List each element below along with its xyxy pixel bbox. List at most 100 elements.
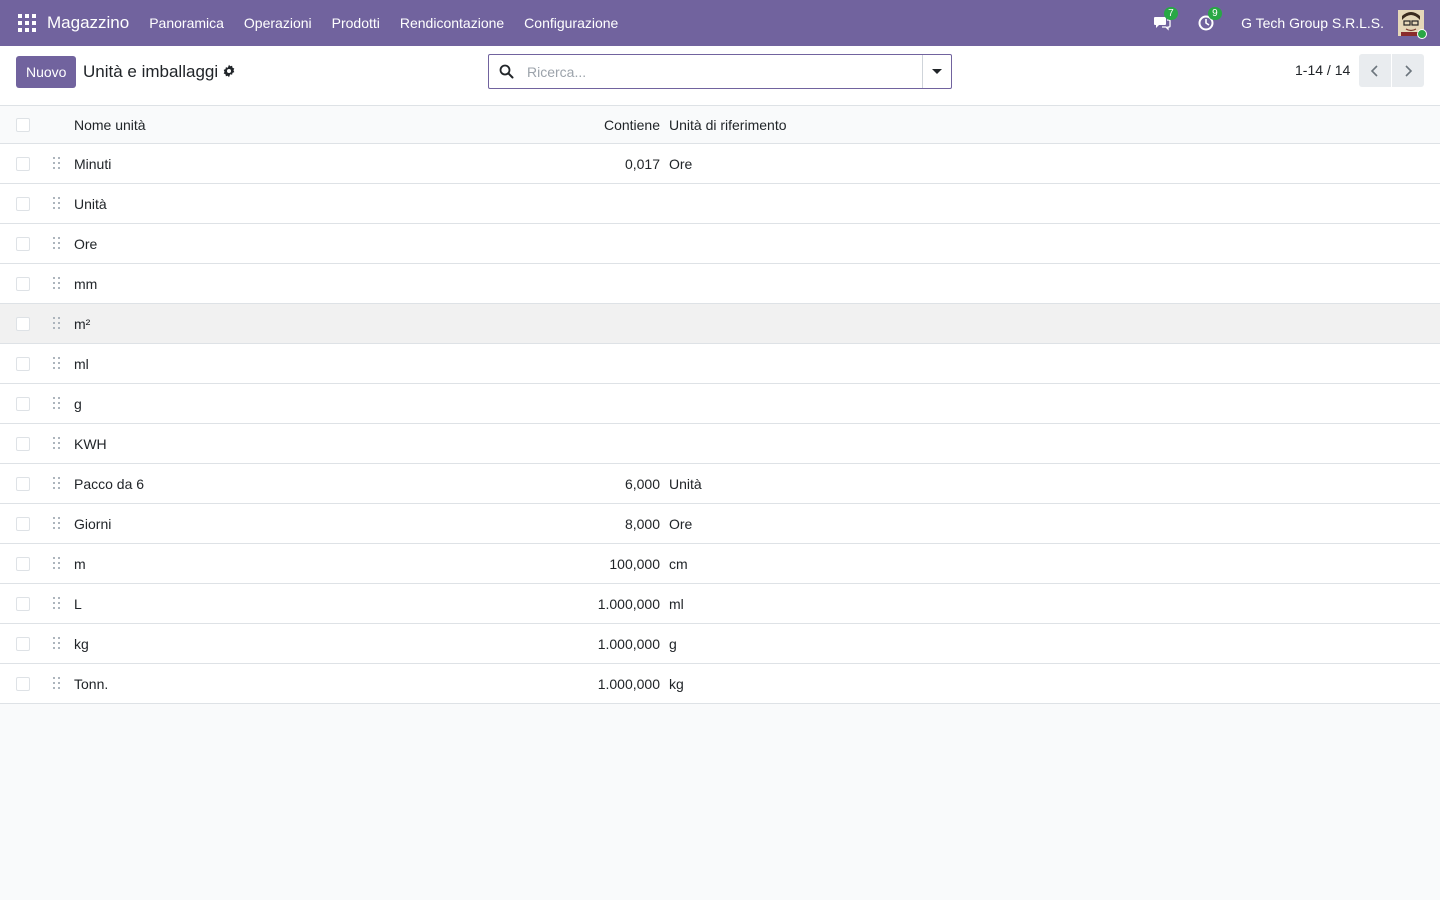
row-checkbox[interactable]	[16, 156, 30, 171]
navbar-systray: 7 9 G Tech Group S.R.L.S.	[1153, 0, 1440, 46]
drag-handle-icon[interactable]	[53, 236, 61, 251]
new-button[interactable]: Nuovo	[16, 56, 77, 88]
page-title: Unità e imballaggi	[83, 62, 219, 81]
cell-reference: cm	[669, 555, 688, 572]
search-input[interactable]	[527, 63, 917, 80]
drag-handle-icon[interactable]	[53, 196, 61, 211]
cell-reference: Ore	[669, 155, 693, 172]
row-checkbox[interactable]	[16, 636, 30, 651]
table-row[interactable]: Ore	[0, 224, 1440, 264]
row-checkbox[interactable]	[16, 436, 30, 451]
pager-value[interactable]: 1-14 / 14	[1295, 62, 1350, 78]
search-icon	[499, 64, 514, 79]
menu-item-prodotti[interactable]: Prodotti	[322, 0, 390, 46]
cell-name: Ore	[74, 235, 98, 252]
column-header-name[interactable]: Nome unità	[74, 117, 146, 133]
top-navbar: Magazzino Panoramica Operazioni Prodotti…	[0, 0, 1440, 46]
drag-handle-icon[interactable]	[53, 476, 61, 491]
cell-name: Unità	[74, 195, 107, 212]
table-row[interactable]: m²	[0, 304, 1440, 344]
menu-item-panoramica[interactable]: Panoramica	[139, 0, 234, 46]
menu-item-rendicontazione[interactable]: Rendicontazione	[390, 0, 514, 46]
cell-reference: Ore	[669, 515, 693, 532]
row-checkbox[interactable]	[16, 276, 30, 291]
menu-item-operazioni[interactable]: Operazioni	[234, 0, 322, 46]
cell-name: m²	[74, 315, 91, 332]
app-brand[interactable]: Magazzino	[47, 13, 129, 33]
drag-handle-icon[interactable]	[53, 156, 61, 171]
table-row[interactable]: m 100,000 cm	[0, 544, 1440, 584]
user-avatar[interactable]	[1398, 10, 1427, 39]
cell-contains: 1.000,000	[597, 635, 660, 652]
row-checkbox[interactable]	[16, 476, 30, 491]
table-row[interactable]: Pacco da 6 6,000 Unità	[0, 464, 1440, 504]
cell-name: Giorni	[74, 515, 112, 532]
drag-handle-icon[interactable]	[53, 516, 61, 531]
row-checkbox[interactable]	[16, 236, 30, 251]
cell-name: mm	[74, 275, 98, 292]
table-row[interactable]: L 1.000,000 ml	[0, 584, 1440, 624]
drag-handle-icon[interactable]	[53, 356, 61, 371]
table-row[interactable]: Giorni 8,000 Ore	[0, 504, 1440, 544]
messages-button[interactable]: 7	[1153, 7, 1178, 32]
chevron-left-icon	[1370, 64, 1378, 77]
cell-reference: kg	[669, 675, 684, 692]
cell-name: Tonn.	[74, 675, 109, 692]
table-row[interactable]: Minuti 0,017 Ore	[0, 144, 1440, 184]
row-checkbox[interactable]	[16, 396, 30, 411]
cell-name: m	[74, 555, 86, 572]
cell-contains: 0,017	[624, 155, 660, 172]
cell-contains: 1.000,000	[597, 675, 660, 692]
row-checkbox[interactable]	[16, 196, 30, 211]
table-header: Nome unità Contiene Unità di riferimento	[0, 106, 1440, 144]
cell-name: ml	[74, 355, 89, 372]
cell-contains: 1.000,000	[597, 595, 660, 612]
drag-handle-icon[interactable]	[53, 556, 61, 571]
table-row[interactable]: Unità	[0, 184, 1440, 224]
column-header-reference[interactable]: Unità di riferimento	[669, 117, 787, 133]
row-checkbox[interactable]	[16, 316, 30, 331]
column-header-contains[interactable]: Contiene	[604, 117, 660, 133]
drag-handle-icon[interactable]	[53, 636, 61, 651]
drag-handle-icon[interactable]	[53, 676, 61, 691]
row-checkbox[interactable]	[16, 516, 30, 531]
table-row[interactable]: Tonn. 1.000,000 kg	[0, 664, 1440, 704]
select-all-checkbox[interactable]	[16, 117, 30, 132]
uom-list: Nome unità Contiene Unità di riferimento…	[0, 106, 1440, 704]
chevron-right-icon	[1405, 64, 1413, 77]
row-checkbox[interactable]	[16, 676, 30, 691]
drag-handle-icon[interactable]	[53, 596, 61, 611]
pager-next-button[interactable]	[1392, 54, 1424, 87]
row-checkbox[interactable]	[16, 556, 30, 571]
cell-reference: g	[669, 635, 677, 652]
table-row[interactable]: kg 1.000,000 g	[0, 624, 1440, 664]
cell-reference: Unità	[669, 475, 702, 492]
drag-handle-icon[interactable]	[53, 276, 61, 291]
cell-reference: ml	[669, 595, 684, 612]
table-row[interactable]: mm	[0, 264, 1440, 304]
table-row[interactable]: KWH	[0, 424, 1440, 464]
control-panel: Nuovo Unità e imballaggi 1-14 / 14	[0, 46, 1440, 106]
cell-name: kg	[74, 635, 89, 652]
table-row[interactable]: g	[0, 384, 1440, 424]
menu-item-configurazione[interactable]: Configurazione	[514, 0, 628, 46]
company-switcher[interactable]: G Tech Group S.R.L.S.	[1241, 15, 1384, 31]
caret-down-icon	[932, 69, 942, 74]
drag-handle-icon[interactable]	[53, 436, 61, 451]
gear-icon[interactable]	[222, 64, 236, 78]
search-options-toggle[interactable]	[922, 55, 951, 88]
table-row[interactable]: ml	[0, 344, 1440, 384]
cell-name: Pacco da 6	[74, 475, 145, 492]
row-checkbox[interactable]	[16, 356, 30, 371]
activities-button[interactable]: 9	[1197, 7, 1222, 32]
messages-badge: 7	[1164, 7, 1178, 20]
activities-badge: 9	[1208, 7, 1222, 20]
pager-previous-button[interactable]	[1359, 54, 1391, 87]
search-bar	[488, 54, 952, 89]
table-body: Minuti 0,017 Ore Unità Ore mm m² ml g KWH Pacco da…	[0, 144, 1440, 704]
row-checkbox[interactable]	[16, 596, 30, 611]
drag-handle-icon[interactable]	[53, 396, 61, 411]
apps-grid-icon[interactable]	[18, 14, 36, 32]
drag-handle-icon[interactable]	[53, 316, 61, 331]
cell-name: L	[74, 595, 82, 612]
